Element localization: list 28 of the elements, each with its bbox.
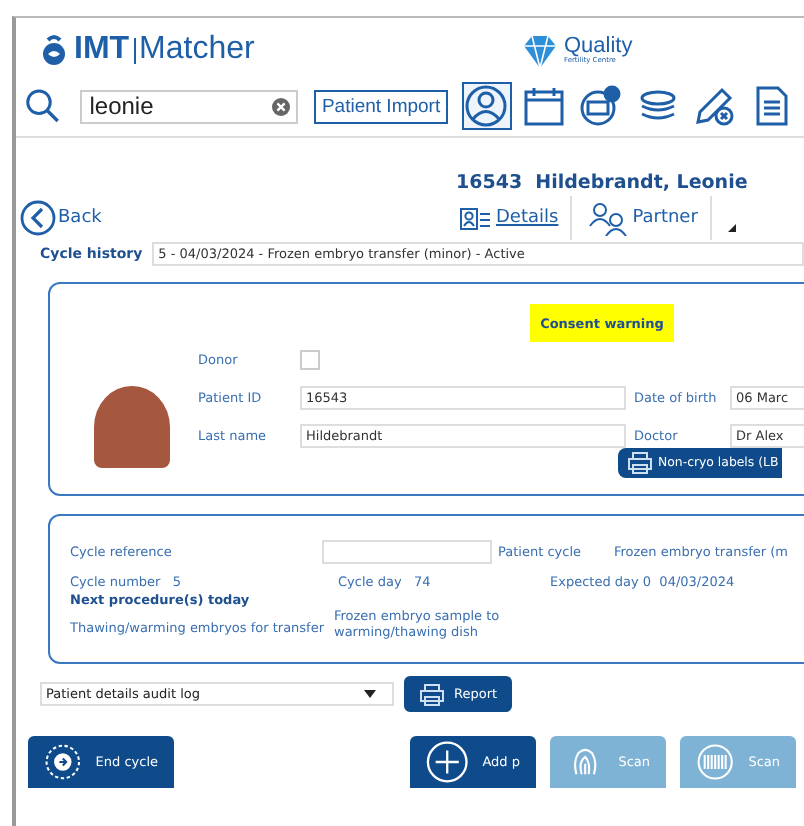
patient-title: 16543 Hildebrandt, Leonie [456, 172, 750, 194]
monitor-icon[interactable] [576, 82, 626, 130]
clinic-name: Quality [564, 35, 633, 58]
search-icon[interactable] [24, 86, 62, 126]
barcode-icon [696, 740, 735, 784]
search-field[interactable]: leonie [79, 89, 298, 123]
back-icon [20, 200, 56, 236]
plus-icon [426, 740, 469, 784]
printer-icon [420, 683, 444, 705]
people-icon [588, 200, 629, 236]
printer-icon [628, 452, 652, 474]
photo-placeholder [94, 386, 170, 468]
id-card-icon [460, 207, 492, 229]
clear-icon[interactable] [271, 97, 290, 115]
tab[interactable]: Partner [588, 196, 712, 240]
donor-checkbox[interactable] [300, 349, 320, 369]
dropdown-caret-icon [364, 690, 376, 698]
calendar-icon[interactable] [519, 82, 569, 130]
logo-icon [40, 34, 68, 66]
patient-import-button[interactable]: Patient Import [313, 89, 449, 123]
exit-icon [44, 740, 82, 784]
tab[interactable]: Details [460, 196, 573, 240]
person-icon[interactable] [462, 82, 512, 130]
back-button[interactable]: Back [20, 200, 460, 236]
app-name: IMT Matcher [74, 32, 255, 68]
input-field[interactable] [322, 540, 492, 564]
resize-icon [727, 224, 736, 232]
diamond-icon [520, 30, 560, 70]
